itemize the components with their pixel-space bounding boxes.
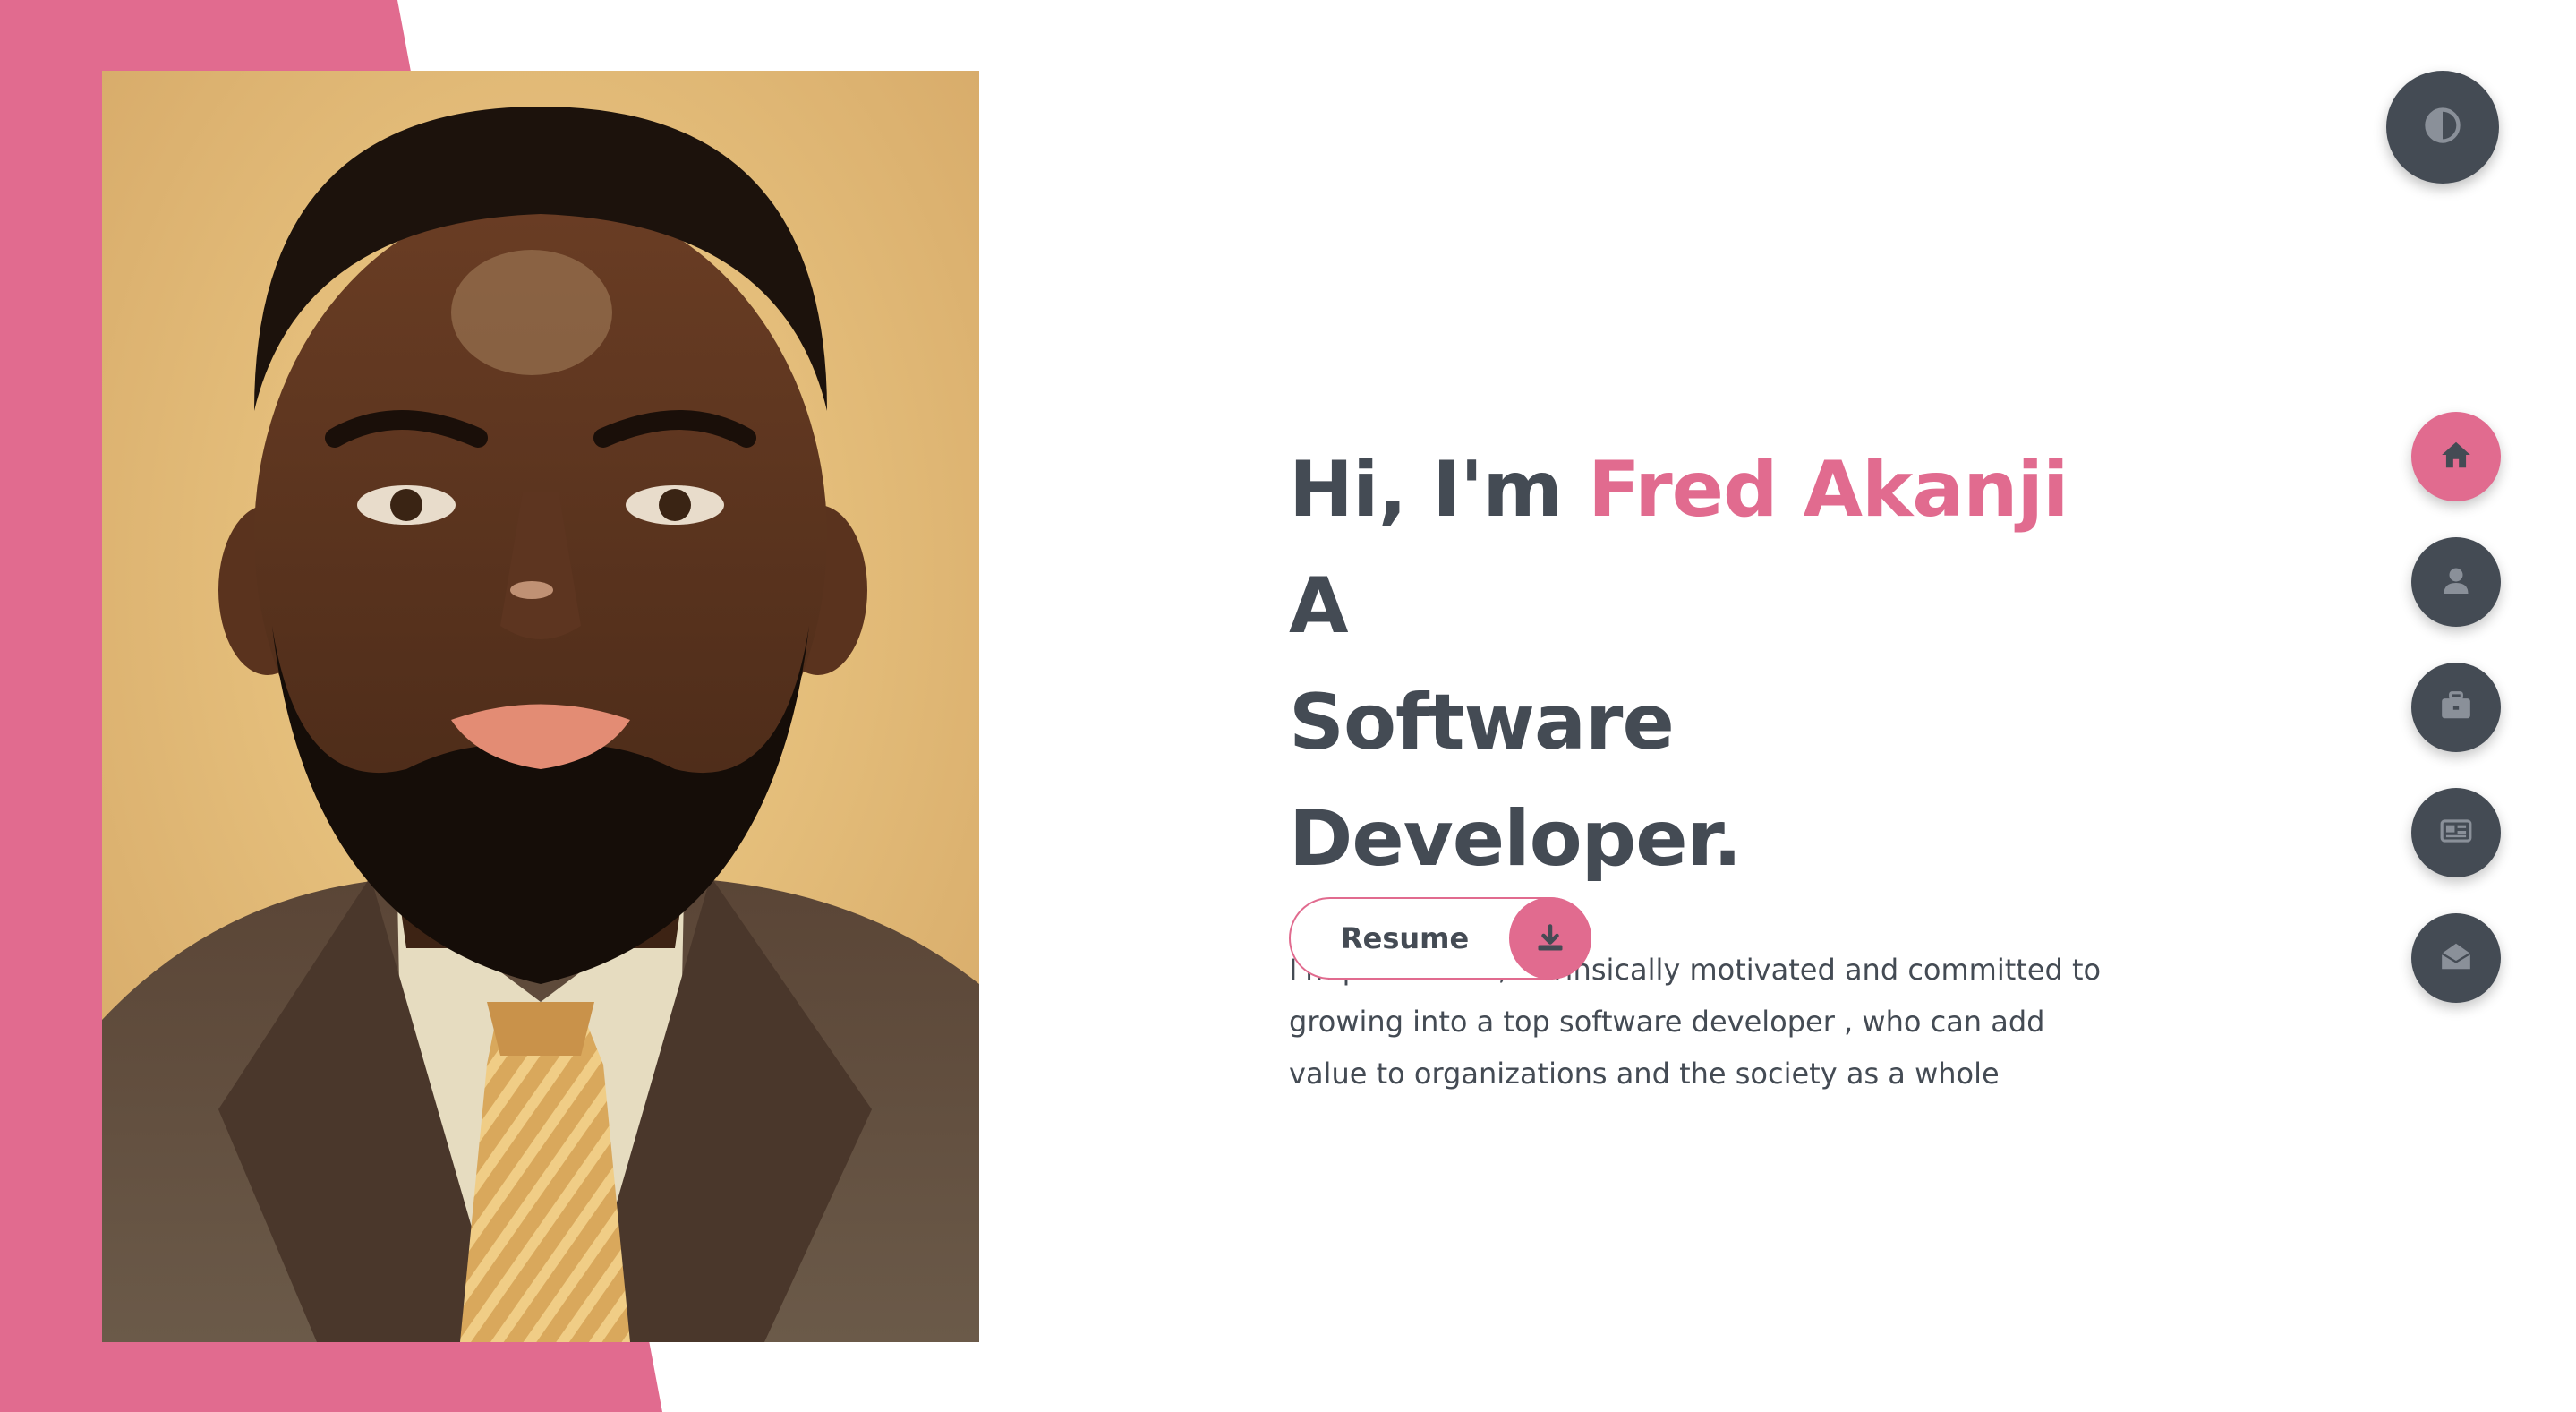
news-icon — [2439, 814, 2473, 851]
hero-job-title: Software Developer. — [1289, 678, 1742, 884]
nav-blog-button[interactable] — [2411, 788, 2501, 877]
home-icon — [2439, 438, 2473, 475]
nav-portfolio-button[interactable] — [2411, 663, 2501, 752]
title-line1-suffix: A — [1289, 561, 1349, 651]
contrast-icon — [2424, 107, 2461, 148]
hero-section: Hi, I'm Fred Akanji A Software Developer… — [1289, 432, 2148, 1100]
hero-name: Fred Akanji — [1587, 445, 2068, 535]
theme-toggle-button[interactable] — [2386, 71, 2499, 184]
hero-headline: Hi, I'm Fred Akanji A Software Developer… — [1289, 432, 2148, 897]
user-icon — [2440, 564, 2472, 600]
nav-home-button[interactable] — [2411, 412, 2501, 501]
nav-about-button[interactable] — [2411, 537, 2501, 627]
download-icon — [1509, 897, 1591, 980]
briefcase-icon — [2439, 689, 2473, 726]
greeting-text: Hi, I'm — [1289, 445, 1563, 535]
nav-contact-button[interactable] — [2411, 913, 2501, 1003]
profile-portrait — [102, 71, 979, 1342]
resume-label: Resume — [1341, 921, 1470, 955]
resume-download-button[interactable]: Resume — [1289, 897, 1591, 980]
envelope-open-icon — [2439, 939, 2473, 977]
